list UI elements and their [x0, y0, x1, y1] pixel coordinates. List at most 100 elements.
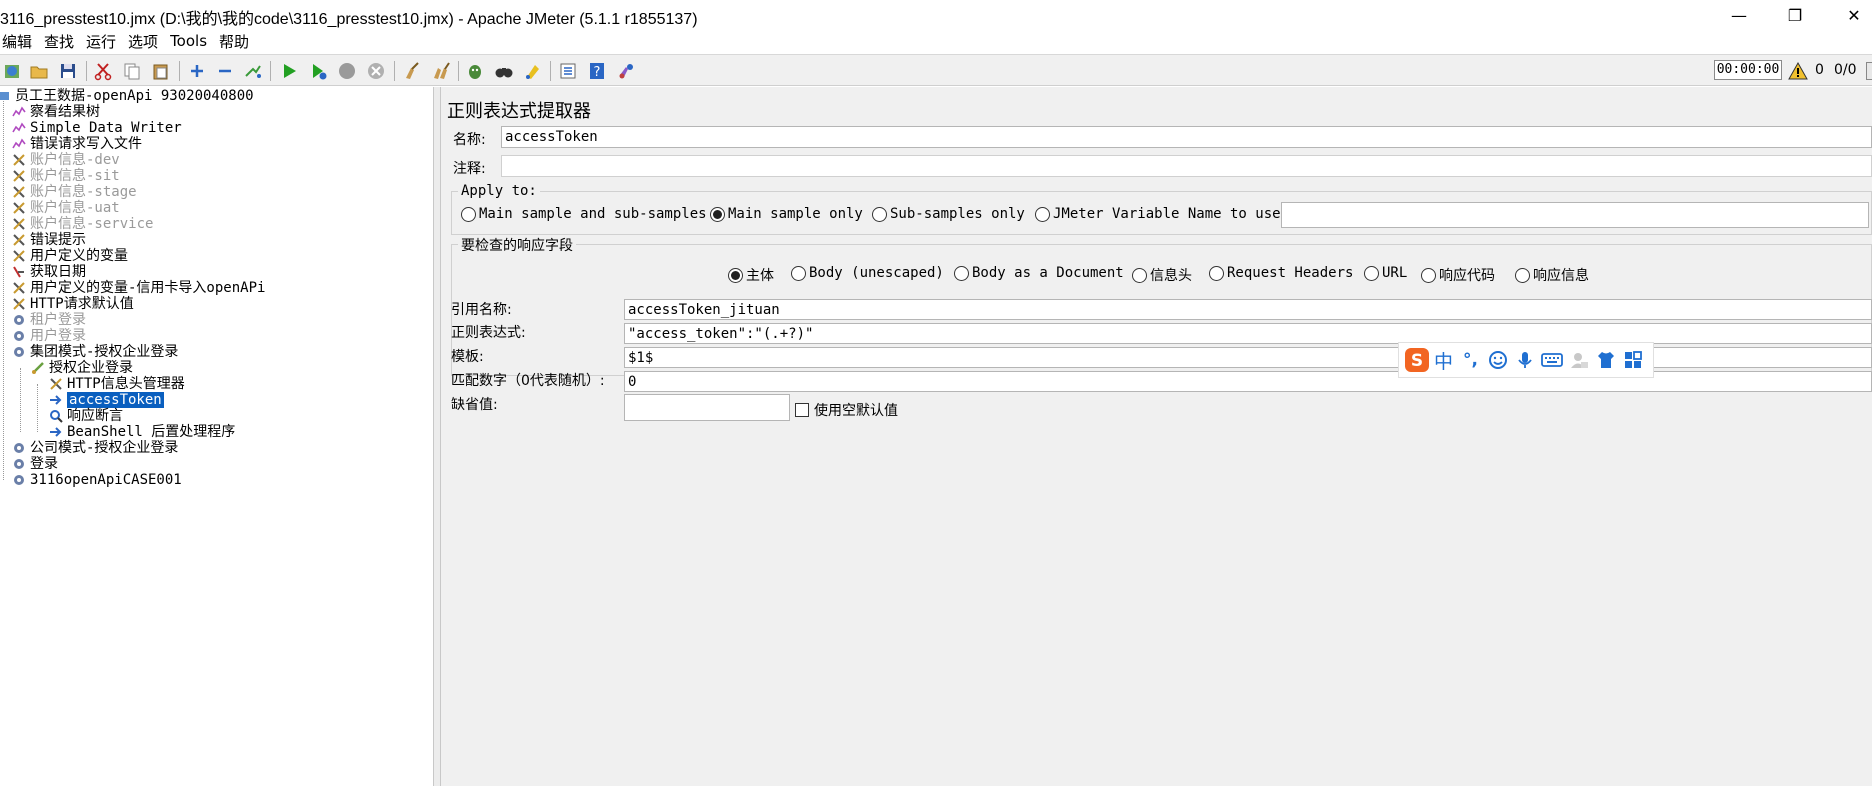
help-icon[interactable]: ? [585, 59, 609, 83]
radio-body-as-document[interactable]: Body as a Document [954, 265, 1124, 281]
tree-node[interactable]: 错误提示 [11, 232, 86, 248]
ref-name-field[interactable]: accessToken_jituan [624, 299, 1872, 320]
microphone-icon[interactable] [1511, 346, 1538, 374]
start-icon[interactable] [277, 59, 301, 83]
sogou-logo-icon[interactable]: S [1403, 346, 1430, 374]
regex-field[interactable]: "access_token":"(.+?)" [624, 323, 1872, 344]
shirt-icon[interactable] [1592, 346, 1619, 374]
remote-icon[interactable] [614, 59, 638, 83]
radio-headers[interactable]: 信息头 [1132, 265, 1192, 285]
tree-node[interactable]: 公司模式-授权企业登录 [11, 440, 178, 456]
menu-edit[interactable]: 编辑 [0, 31, 38, 52]
tree-node[interactable]: 租户登录 [11, 312, 86, 328]
templates-icon[interactable] [0, 59, 24, 83]
tree-node[interactable]: 员工王数据-openApi 93020040800 [0, 88, 254, 104]
menu-tools[interactable]: Tools [164, 32, 213, 50]
tree-node[interactable]: 获取日期 [11, 264, 86, 280]
paste-icon[interactable] [149, 59, 173, 83]
search-icon[interactable] [463, 59, 487, 83]
default-value-field[interactable] [624, 394, 790, 421]
tree-node-label: 租户登录 [30, 312, 86, 328]
tree-node[interactable]: 账户信息-sit [11, 168, 120, 184]
tree-node[interactable]: 账户信息-dev [11, 152, 120, 168]
split-pane-divider[interactable] [433, 87, 441, 786]
match-number-label: 匹配数字（0代表随机）: [451, 373, 605, 389]
warning-icon[interactable] [1786, 59, 1810, 83]
radio-dot [1132, 267, 1147, 283]
emoji-icon[interactable] [1484, 346, 1511, 374]
menu-search[interactable]: 查找 [38, 31, 80, 52]
stop-icon[interactable] [335, 59, 359, 83]
radio-main-and-sub[interactable]: Main sample and sub-samples [461, 206, 707, 222]
template-label: 模板: [451, 349, 484, 365]
ime-punctuation-mode[interactable]: °, [1457, 346, 1484, 374]
ime-toolbar: S 中 °, [1398, 342, 1654, 378]
config-icon [11, 280, 27, 296]
restore-button[interactable]: ❐ [1775, 0, 1815, 30]
reset-search-icon[interactable] [492, 59, 516, 83]
comment-field[interactable] [501, 155, 1872, 177]
minimize-button[interactable]: — [1719, 0, 1759, 30]
menu-help[interactable]: 帮助 [213, 31, 255, 52]
tree-node[interactable]: 账户信息-stage [11, 184, 137, 200]
jmeter-variable-field[interactable] [1281, 202, 1869, 228]
tree-node[interactable]: HTTP请求默认值 [11, 296, 134, 312]
radio-request-headers[interactable]: Request Headers [1209, 265, 1353, 281]
list-icon[interactable] [556, 59, 580, 83]
name-field[interactable]: accessToken [501, 126, 1872, 148]
copy-icon[interactable] [120, 59, 144, 83]
postprocessor-icon [48, 424, 64, 440]
cut-icon[interactable] [91, 59, 115, 83]
use-empty-default-checkbox[interactable]: 使用空默认值 [795, 400, 898, 420]
radio-response-message[interactable]: 响应信息 [1515, 265, 1589, 285]
tree-node[interactable]: 用户定义的变量 [11, 248, 128, 264]
save-icon[interactable] [56, 59, 80, 83]
collapse-icon[interactable] [213, 59, 237, 83]
tree-node[interactable]: 授权企业登录 [30, 360, 133, 376]
radio-body-unescaped[interactable]: Body (unescaped) [791, 265, 944, 281]
keyboard-icon[interactable] [1538, 346, 1565, 374]
threadgroup-icon [11, 472, 27, 488]
shutdown-icon[interactable] [364, 59, 388, 83]
function-helper-icon[interactable] [521, 59, 545, 83]
match-number-field[interactable]: 0 [624, 371, 1872, 392]
radio-sub-only[interactable]: Sub-samples only [872, 206, 1025, 222]
menu-options[interactable]: 选项 [122, 31, 164, 52]
clear-all-icon[interactable] [429, 59, 453, 83]
tree-guide-line [20, 368, 21, 432]
radio-url[interactable]: URL [1364, 265, 1407, 281]
toggle-icon[interactable] [241, 59, 265, 83]
tree-node[interactable]: 账户信息-service [11, 216, 153, 232]
radio-response-code[interactable]: 响应代码 [1421, 265, 1495, 285]
close-button[interactable]: ✕ [1834, 0, 1872, 30]
tree-node[interactable]: 用户定义的变量-信用卡导入openAPi [11, 280, 265, 296]
expand-icon[interactable] [185, 59, 209, 83]
tree-node[interactable]: 账户信息-uat [11, 200, 120, 216]
start-no-pause-icon[interactable] [306, 59, 330, 83]
grid-icon[interactable] [1619, 346, 1646, 374]
tree-node[interactable]: BeanShell 后置处理程序 [48, 424, 235, 440]
tree-node[interactable]: HTTP信息头管理器 [48, 376, 185, 392]
tree-node[interactable]: 察看结果树 [11, 104, 100, 120]
tree-node-label: HTTP信息头管理器 [67, 376, 185, 392]
tree-node[interactable]: 集团模式-授权企业登录 [11, 344, 178, 360]
tree-node[interactable]: 响应断言 [48, 408, 123, 424]
radio-main-only[interactable]: Main sample only [710, 206, 863, 222]
clear-icon[interactable] [400, 59, 424, 83]
title-bar: 3116_presstest10.jmx (D:\我的\我的code\3116_… [0, 0, 1872, 30]
radio-body[interactable]: 主体 [728, 265, 774, 285]
tree-node[interactable]: 3116openApiCASE001 [11, 472, 182, 488]
radio-jmeter-variable[interactable]: JMeter Variable Name to use [1035, 206, 1281, 222]
tree-node[interactable]: 用户登录 [11, 328, 86, 344]
menu-run[interactable]: 运行 [80, 31, 122, 52]
tree-node[interactable]: Simple Data Writer [11, 120, 182, 136]
user-icon[interactable] [1565, 346, 1592, 374]
assertion-icon [48, 408, 64, 424]
minimize-icon: — [1731, 5, 1747, 25]
tree-node[interactable]: 错误请求写入文件 [11, 136, 142, 152]
ime-chinese-mode[interactable]: 中 [1430, 346, 1457, 374]
tree-node[interactable]: 登录 [11, 456, 58, 472]
template-field[interactable]: $1$ [624, 347, 1872, 368]
open-icon[interactable] [27, 59, 51, 83]
tree-node[interactable]: accessToken [48, 392, 164, 408]
